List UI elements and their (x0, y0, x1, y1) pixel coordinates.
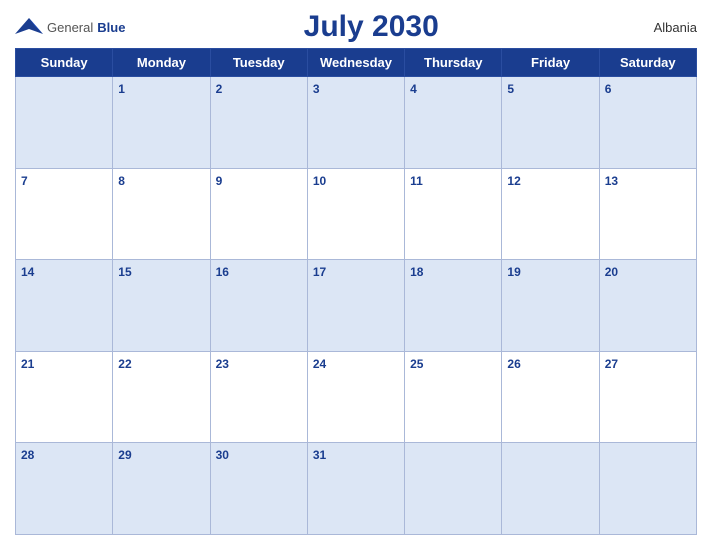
weekday-header-friday: Friday (502, 49, 599, 77)
logo-icon (15, 16, 43, 38)
logo: General Blue (15, 16, 125, 38)
calendar-cell: 8 (113, 168, 210, 260)
calendar-cell: 29 (113, 443, 210, 535)
day-number: 1 (118, 82, 125, 96)
day-number: 5 (507, 82, 514, 96)
logo-text-blue: Blue (97, 20, 125, 35)
calendar-cell (16, 77, 113, 169)
calendar-cell: 23 (210, 351, 307, 443)
calendar-cell: 18 (405, 260, 502, 352)
calendar-cell: 6 (599, 77, 696, 169)
weekday-header-thursday: Thursday (405, 49, 502, 77)
day-number: 21 (21, 357, 34, 371)
logo-text-general: General (47, 20, 93, 35)
weekday-header-saturday: Saturday (599, 49, 696, 77)
weekday-header-monday: Monday (113, 49, 210, 77)
day-number: 19 (507, 265, 520, 279)
calendar-cell: 25 (405, 351, 502, 443)
calendar-cell (405, 443, 502, 535)
day-number: 6 (605, 82, 612, 96)
calendar-cell: 22 (113, 351, 210, 443)
calendar-cell: 31 (307, 443, 404, 535)
calendar-cell (599, 443, 696, 535)
day-number: 14 (21, 265, 34, 279)
calendar-title: July 2030 (125, 10, 617, 44)
day-number: 7 (21, 174, 28, 188)
calendar-cell: 27 (599, 351, 696, 443)
weekday-header-sunday: Sunday (16, 49, 113, 77)
calendar-cell: 4 (405, 77, 502, 169)
country-label: Albania (617, 20, 697, 35)
weekday-header-tuesday: Tuesday (210, 49, 307, 77)
day-number: 30 (216, 448, 229, 462)
day-number: 11 (410, 174, 423, 188)
calendar-cell: 3 (307, 77, 404, 169)
calendar-week-row: 7 8 9 10 11 12 13 (16, 168, 697, 260)
day-number: 16 (216, 265, 229, 279)
calendar-cell: 16 (210, 260, 307, 352)
calendar-cell: 10 (307, 168, 404, 260)
calendar-cell: 11 (405, 168, 502, 260)
day-number: 25 (410, 357, 423, 371)
calendar-cell (502, 443, 599, 535)
day-number: 15 (118, 265, 131, 279)
calendar-cell: 30 (210, 443, 307, 535)
day-number: 13 (605, 174, 618, 188)
calendar-week-row: 14 15 16 17 18 19 20 (16, 260, 697, 352)
day-number: 24 (313, 357, 326, 371)
calendar-cell: 13 (599, 168, 696, 260)
calendar-week-row: 1 2 3 4 5 6 (16, 77, 697, 169)
page-header: General Blue July 2030 Albania (15, 10, 697, 44)
calendar-cell: 21 (16, 351, 113, 443)
calendar-cell: 24 (307, 351, 404, 443)
day-number: 4 (410, 82, 417, 96)
day-number: 26 (507, 357, 520, 371)
day-number: 2 (216, 82, 223, 96)
day-number: 27 (605, 357, 618, 371)
day-number: 22 (118, 357, 131, 371)
calendar-cell: 14 (16, 260, 113, 352)
calendar-cell: 15 (113, 260, 210, 352)
calendar-cell: 9 (210, 168, 307, 260)
calendar-cell: 2 (210, 77, 307, 169)
calendar-cell: 28 (16, 443, 113, 535)
day-number: 8 (118, 174, 125, 188)
calendar-week-row: 21 22 23 24 25 26 27 (16, 351, 697, 443)
day-number: 28 (21, 448, 34, 462)
day-number: 9 (216, 174, 223, 188)
calendar-cell: 5 (502, 77, 599, 169)
calendar-cell: 19 (502, 260, 599, 352)
day-number: 29 (118, 448, 131, 462)
day-number: 10 (313, 174, 326, 188)
calendar-cell: 17 (307, 260, 404, 352)
calendar-cell: 12 (502, 168, 599, 260)
day-number: 12 (507, 174, 520, 188)
day-number: 31 (313, 448, 326, 462)
weekday-header-wednesday: Wednesday (307, 49, 404, 77)
weekday-header-row: SundayMondayTuesdayWednesdayThursdayFrid… (16, 49, 697, 77)
calendar-cell: 26 (502, 351, 599, 443)
day-number: 18 (410, 265, 423, 279)
calendar-table: SundayMondayTuesdayWednesdayThursdayFrid… (15, 48, 697, 535)
calendar-cell: 1 (113, 77, 210, 169)
calendar-cell: 7 (16, 168, 113, 260)
calendar-cell: 20 (599, 260, 696, 352)
day-number: 3 (313, 82, 320, 96)
calendar-week-row: 28 29 30 31 (16, 443, 697, 535)
day-number: 23 (216, 357, 229, 371)
day-number: 17 (313, 265, 326, 279)
day-number: 20 (605, 265, 618, 279)
